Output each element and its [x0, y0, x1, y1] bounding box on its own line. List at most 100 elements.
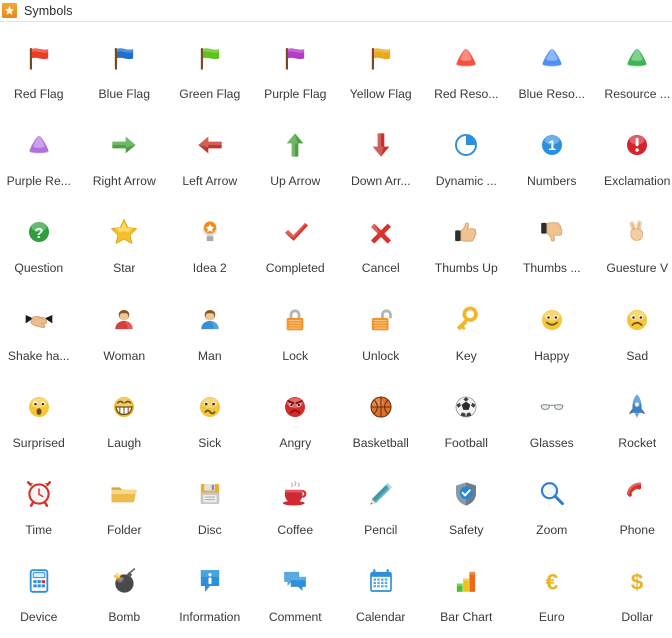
handshake-icon[interactable]: [17, 298, 61, 342]
symbol-cell[interactable]: Purple Flag: [253, 26, 339, 113]
thumbs-up-icon[interactable]: [444, 210, 488, 254]
symbol-cell[interactable]: Down Arr...: [338, 113, 424, 200]
arrow-down-icon[interactable]: [359, 123, 403, 167]
symbol-cell[interactable]: Laugh: [82, 375, 168, 462]
flag-icon[interactable]: [102, 36, 146, 80]
symbol-cell[interactable]: Bomb: [82, 549, 168, 636]
symbol-cell[interactable]: Blue Reso...: [509, 26, 595, 113]
symbol-cell[interactable]: Red Flag: [0, 26, 82, 113]
symbol-cell[interactable]: Up Arrow: [253, 113, 339, 200]
coffee-cup-icon[interactable]: [273, 472, 317, 516]
symbol-cell[interactable]: Bar Chart: [424, 549, 510, 636]
key-icon[interactable]: [444, 298, 488, 342]
pencil-icon[interactable]: [359, 472, 403, 516]
bomb-icon[interactable]: [102, 559, 146, 603]
face-sick-icon[interactable]: [188, 385, 232, 429]
resource-cone-icon[interactable]: [530, 36, 574, 80]
lock-open-icon[interactable]: [359, 298, 403, 342]
symbol-cell[interactable]: Disc: [167, 462, 253, 549]
symbol-cell[interactable]: Thumbs ...: [509, 200, 595, 287]
comment-bubble-icon[interactable]: [273, 559, 317, 603]
star-icon[interactable]: [102, 210, 146, 254]
dollar-icon[interactable]: $: [615, 559, 659, 603]
floppy-disk-icon[interactable]: [188, 472, 232, 516]
victory-hand-icon[interactable]: [615, 210, 659, 254]
symbol-cell[interactable]: Safety: [424, 462, 510, 549]
symbol-cell[interactable]: Information: [167, 549, 253, 636]
symbol-cell[interactable]: Exclamation: [595, 113, 672, 200]
symbol-cell[interactable]: Yellow Flag: [338, 26, 424, 113]
symbol-cell[interactable]: Unlock: [338, 288, 424, 375]
symbol-cell[interactable]: Guesture V: [595, 200, 672, 287]
symbol-cell[interactable]: Pencil: [338, 462, 424, 549]
symbol-cell[interactable]: Key: [424, 288, 510, 375]
person-man-icon[interactable]: [188, 298, 232, 342]
magnifier-icon[interactable]: [530, 472, 574, 516]
euro-icon[interactable]: €: [530, 559, 574, 603]
arrow-left-icon[interactable]: [188, 123, 232, 167]
symbol-cell[interactable]: Left Arrow: [167, 113, 253, 200]
flag-icon[interactable]: [273, 36, 317, 80]
thumbs-down-icon[interactable]: [530, 210, 574, 254]
symbol-cell[interactable]: Rocket: [595, 375, 672, 462]
basketball-icon[interactable]: [359, 385, 403, 429]
number-badge-icon[interactable]: 1: [530, 123, 574, 167]
bar-chart-icon[interactable]: [444, 559, 488, 603]
calculator-icon[interactable]: [17, 559, 61, 603]
lock-closed-icon[interactable]: [273, 298, 317, 342]
symbol-cell[interactable]: Zoom: [509, 462, 595, 549]
soccer-ball-icon[interactable]: [444, 385, 488, 429]
symbol-cell[interactable]: Coffee: [253, 462, 339, 549]
checkmark-icon[interactable]: [273, 210, 317, 254]
symbol-cell[interactable]: Idea 2: [167, 200, 253, 287]
person-woman-icon[interactable]: [102, 298, 146, 342]
symbol-cell[interactable]: Green Flag: [167, 26, 253, 113]
symbol-cell[interactable]: Happy: [509, 288, 595, 375]
flag-icon[interactable]: [359, 36, 403, 80]
symbol-cell[interactable]: Time: [0, 462, 82, 549]
folder-icon[interactable]: [102, 472, 146, 516]
face-surprised-icon[interactable]: [17, 385, 61, 429]
symbol-cell[interactable]: Red Reso...: [424, 26, 510, 113]
exclamation-icon[interactable]: [615, 123, 659, 167]
face-happy-icon[interactable]: [530, 298, 574, 342]
symbol-cell[interactable]: Resource ...: [595, 26, 672, 113]
symbol-cell[interactable]: Football: [424, 375, 510, 462]
symbol-cell[interactable]: ? Question: [0, 200, 82, 287]
face-sad-icon[interactable]: [615, 298, 659, 342]
symbol-cell[interactable]: Phone: [595, 462, 672, 549]
arrow-up-icon[interactable]: [273, 123, 317, 167]
rocket-icon[interactable]: [615, 385, 659, 429]
symbol-cell[interactable]: Lock: [253, 288, 339, 375]
symbol-cell[interactable]: Shake ha...: [0, 288, 82, 375]
symbol-cell[interactable]: Glasses: [509, 375, 595, 462]
symbol-cell[interactable]: Sad: [595, 288, 672, 375]
lightbulb-star-icon[interactable]: [188, 210, 232, 254]
symbol-cell[interactable]: Comment: [253, 549, 339, 636]
resource-cone-icon[interactable]: [615, 36, 659, 80]
phone-handset-icon[interactable]: [615, 472, 659, 516]
symbol-cell[interactable]: 1 Numbers: [509, 113, 595, 200]
glasses-icon[interactable]: [530, 385, 574, 429]
alarm-clock-icon[interactable]: [17, 472, 61, 516]
symbol-cell[interactable]: Completed: [253, 200, 339, 287]
face-angry-icon[interactable]: [273, 385, 317, 429]
symbol-cell[interactable]: Dynamic ...: [424, 113, 510, 200]
symbol-cell[interactable]: Woman: [82, 288, 168, 375]
symbol-cell[interactable]: Calendar: [338, 549, 424, 636]
symbol-cell[interactable]: Folder: [82, 462, 168, 549]
symbol-cell[interactable]: Right Arrow: [82, 113, 168, 200]
resource-cone-icon[interactable]: [444, 36, 488, 80]
arrow-right-icon[interactable]: [102, 123, 146, 167]
symbol-cell[interactable]: € Euro: [509, 549, 595, 636]
symbol-cell[interactable]: Blue Flag: [82, 26, 168, 113]
symbol-cell[interactable]: Angry: [253, 375, 339, 462]
symbol-cell[interactable]: Thumbs Up: [424, 200, 510, 287]
face-laugh-icon[interactable]: [102, 385, 146, 429]
symbol-cell[interactable]: Cancel: [338, 200, 424, 287]
shield-check-icon[interactable]: [444, 472, 488, 516]
symbol-cell[interactable]: Man: [167, 288, 253, 375]
symbol-cell[interactable]: $ Dollar: [595, 549, 672, 636]
flag-icon[interactable]: [17, 36, 61, 80]
symbol-cell[interactable]: Purple Re...: [0, 113, 82, 200]
